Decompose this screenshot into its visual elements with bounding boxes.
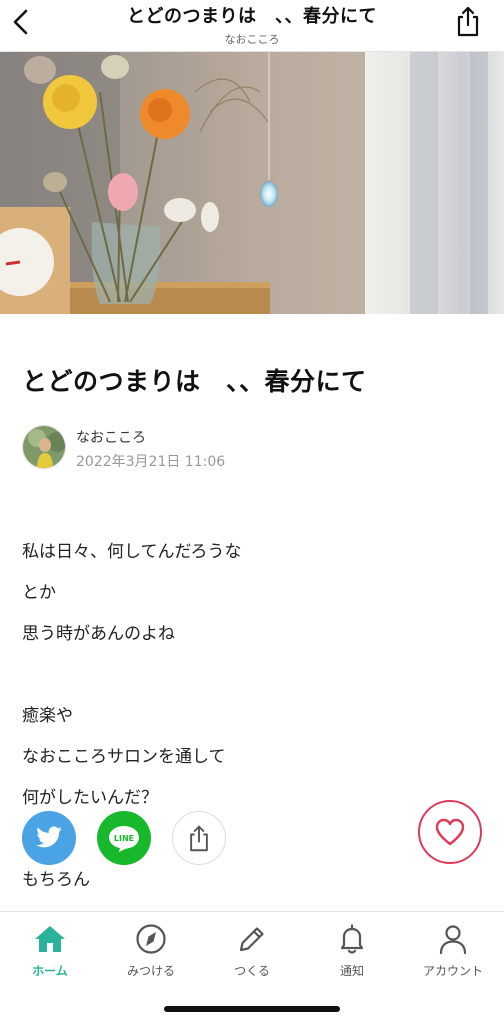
pencil-icon [239,927,264,952]
article-body: 私は日々、何してんだろうな とか 思う時があんのよね 癒楽や なおこころサロンを… [22,540,482,909]
header-author: なおこころ [224,33,280,46]
paragraph-line: 何がしたいんだ？ [22,788,158,808]
nav-label: 通知 [339,964,364,978]
paragraph-line: 思う時があんのよね [22,624,175,644]
paragraph-line [22,827,482,868]
top-bar: とどのつまりは 、、春分にて なおこころ [0,0,504,52]
paragraph-line: 私は日々、何してんだろうな [22,542,242,562]
more-share-button[interactable] [172,811,226,865]
heart-icon [435,818,465,846]
twitter-icon [36,826,62,848]
paragraph-line: とか [22,583,56,603]
person-icon [439,925,467,955]
home-icon [35,926,65,952]
paragraph-line: なおこころサロンを通して [22,747,226,767]
line-share-button[interactable]: LINE [97,811,151,865]
line-label: LINE [113,833,135,843]
bell-icon [340,924,364,954]
paragraph-line: もちろん [22,870,90,890]
avatar[interactable] [22,425,66,469]
nav-item-notifications[interactable]: 通知 [302,922,402,982]
article-title: とどのつまりは 、、春分にて [22,367,367,396]
author-name[interactable]: なおこころ [76,427,146,447]
post-date: 2022年3月21日 11:06 [76,454,226,470]
share-icon [457,6,479,37]
author-row[interactable]: なおこころ 2022年3月21日 11:06 [22,425,322,471]
share-icon [190,825,208,852]
nav-label: ホーム [32,964,68,978]
nav-item-account[interactable]: アカウント [403,922,503,982]
nav-item-home[interactable]: ホーム [0,922,100,982]
twitter-share-button[interactable] [22,811,76,865]
nav-item-discover[interactable]: みつける [101,922,201,982]
home-indicator[interactable] [164,1006,340,1012]
compass-icon [136,924,166,954]
nav-label: アカウント [422,964,483,978]
header-title: とどのつまりは 、、春分にて [127,6,377,27]
nav-label: つくる [234,964,270,978]
paragraph-line: 癒楽や [22,706,73,726]
like-button[interactable] [418,800,482,864]
nav-label: みつける [126,964,175,978]
nav-item-create[interactable]: つくる [202,922,302,982]
share-button[interactable] [454,4,482,38]
hero-image [0,52,504,314]
